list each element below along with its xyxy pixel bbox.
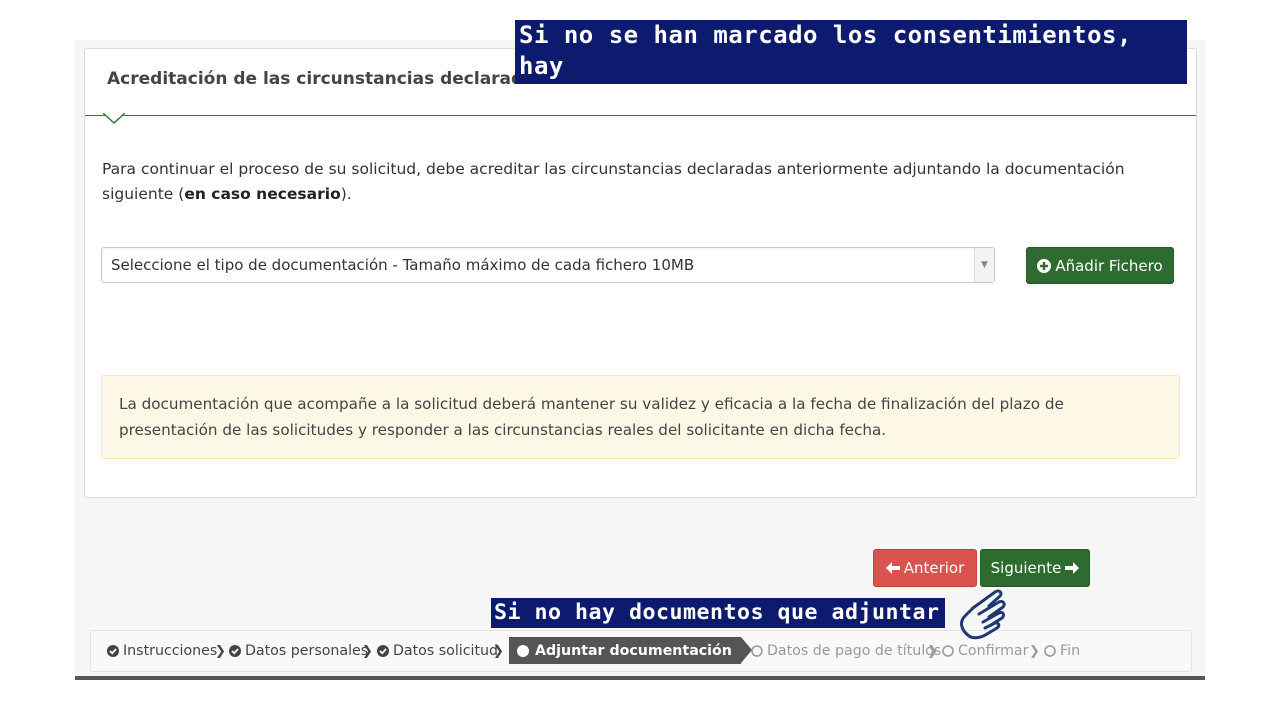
caret-down-icon[interactable]: ▼ [974, 248, 994, 282]
heading-notch-icon [103, 113, 125, 125]
previous-button-label: Anterior [903, 559, 965, 577]
step-label: Adjuntar documentación [535, 642, 732, 659]
document-type-select-value: Seleccione el tipo de documentación - Ta… [111, 256, 695, 274]
intro-text-end: ). [340, 185, 352, 203]
next-button-label: Siguiente [990, 559, 1062, 577]
next-button[interactable]: Siguiente [980, 549, 1090, 587]
plus-circle-icon [1037, 258, 1052, 273]
add-file-button-label: Añadir Fichero [1055, 256, 1163, 275]
step-datos-personales[interactable]: Datos personales [229, 631, 368, 671]
step-fin: Fin [1044, 631, 1080, 671]
step-adjuntar-documentacion[interactable]: Adjuntar documentación [509, 637, 741, 664]
step-active-label: Adjuntar documentación [517, 637, 732, 664]
step-label: Datos solicitud [393, 643, 499, 659]
check-circle-icon [107, 645, 119, 657]
annotation-top-line1: Si no se han marcado los consentimientos… [519, 21, 1132, 80]
step-label: Confirmar [958, 643, 1029, 659]
step-datos-solicitud[interactable]: Datos solicitud [377, 631, 498, 671]
document-type-select[interactable]: Seleccione el tipo de documentación - Ta… [101, 247, 995, 283]
circle-outline-icon [942, 645, 954, 657]
step-label: Datos personales [245, 643, 369, 659]
step-label: Datos de pago de títulos [767, 643, 942, 659]
circle-outline-icon [1044, 645, 1056, 657]
chevron-right-icon: ❯ [362, 643, 373, 659]
arrow-left-icon [885, 562, 900, 574]
annotation-top-line2: que adjuntar la documentación en esta pá… [519, 83, 1177, 111]
previous-button[interactable]: Anterior [873, 549, 977, 587]
intro-text: Para continuar el proceso de su solicitu… [102, 157, 1182, 207]
step-label: Fin [1060, 643, 1081, 659]
validity-alert: La documentación que acompañe a la solic… [101, 375, 1180, 459]
chevron-right-icon: ❯ [1029, 643, 1040, 659]
step-datos-pago: Datos de pago de títulos [751, 631, 941, 671]
check-circle-icon [229, 645, 241, 657]
validity-alert-text: La documentación que acompañe a la solic… [119, 395, 1064, 439]
check-circle-icon [377, 645, 389, 657]
page-bottom-border [75, 676, 1205, 680]
step-instrucciones[interactable]: Instrucciones [107, 631, 217, 671]
chevron-right-icon: ❯ [927, 643, 938, 659]
progress-stepper: Instrucciones ❯ Datos personales ❯ Datos… [90, 630, 1192, 672]
circle-icon [517, 644, 529, 657]
intro-text-bold: en caso necesario [184, 185, 341, 203]
chevron-right-icon: ❯ [215, 643, 226, 659]
pointing-hand-icon [960, 589, 1006, 640]
arrow-right-icon [1065, 562, 1080, 574]
step-label: Instrucciones [123, 643, 218, 659]
annotation-callout-top: Si no se han marcado los consentimientos… [515, 20, 1187, 111]
chevron-right-icon: ❯ [493, 643, 504, 659]
annotation-callout-bottom: Si no hay documentos que adjuntar [491, 598, 945, 628]
documentation-panel: Acreditación de las circunstancias decla… [84, 48, 1197, 498]
add-file-button[interactable]: Añadir Fichero [1026, 247, 1174, 284]
panel-title: Acreditación de las circunstancias decla… [107, 69, 545, 89]
circle-outline-icon [751, 645, 763, 657]
application-page: Acreditación de las circunstancias decla… [75, 40, 1205, 678]
